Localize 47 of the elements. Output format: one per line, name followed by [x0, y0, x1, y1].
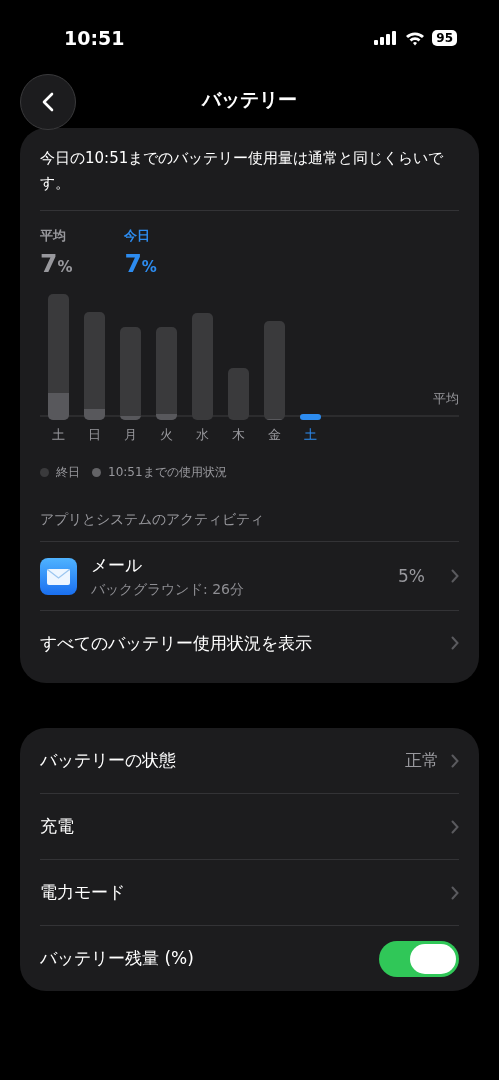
chevron-left-icon	[42, 92, 54, 112]
usage-bar	[228, 368, 249, 420]
row-label: 電力モード	[40, 881, 126, 904]
average-label: 平均	[433, 390, 459, 408]
stat-value: 7%	[124, 249, 157, 278]
row-label: 充電	[40, 815, 75, 838]
day-label: 木	[231, 426, 246, 444]
day-label: 土	[51, 426, 66, 444]
day-label: 金	[267, 426, 282, 444]
settings-row[interactable]: バッテリーの状態 正常	[40, 728, 459, 793]
chevron-right-icon	[451, 636, 459, 650]
day-label: 月	[123, 426, 138, 444]
app-detail: バックグラウンド: 26分	[91, 580, 245, 599]
row-label: バッテリー残量 (%)	[40, 947, 195, 970]
settings-row[interactable]: 充電	[40, 794, 459, 859]
section-header: アプリとシステムのアクティビティ	[40, 511, 265, 529]
day-label: 日	[87, 426, 102, 444]
stat-value: 7%	[40, 249, 73, 278]
row-label: すべてのバッテリー使用状況を表示	[40, 631, 313, 655]
legend-label: 終日	[56, 464, 80, 481]
day-label: 水	[195, 426, 210, 444]
app-percentage: 5%	[398, 566, 425, 586]
settings-row[interactable]: バッテリー残量 (%)	[40, 926, 459, 991]
battery-indicator: 95	[432, 30, 457, 46]
page-title: バッテリー	[202, 87, 297, 112]
legend-label: 10:51までの使用状況	[108, 464, 227, 481]
chevron-right-icon	[451, 885, 459, 900]
summary-text: 今日の10:51までのバッテリー使用量は通常と同じくらいです。	[40, 148, 445, 194]
stat-label: 今日	[124, 227, 152, 245]
row-value: 正常	[405, 749, 439, 772]
signal-icon	[374, 31, 399, 45]
settings-row[interactable]: 電力モード	[40, 860, 459, 925]
app-name: メール	[91, 553, 143, 577]
mail-app-icon	[40, 557, 77, 595]
wifi-icon	[405, 30, 426, 46]
show-all-usage-row[interactable]: すべてのバッテリー使用状況を表示	[40, 611, 459, 675]
chevron-right-icon	[451, 819, 459, 834]
row-label: バッテリーの状態	[40, 749, 177, 772]
chevron-right-icon	[451, 569, 459, 583]
toggle-switch[interactable]	[379, 940, 459, 977]
stat-label: 平均	[40, 227, 67, 245]
chevron-right-icon	[451, 753, 459, 768]
status-time: 10:51	[64, 27, 125, 49]
app-row[interactable]: メール バックグラウンド: 26分 5%	[40, 542, 459, 610]
back-button[interactable]	[20, 74, 76, 130]
day-label: 火	[159, 426, 174, 444]
day-label: 土	[303, 426, 318, 444]
